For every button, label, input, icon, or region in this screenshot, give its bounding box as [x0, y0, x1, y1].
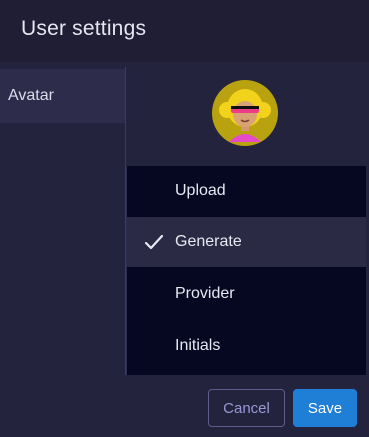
menu-item-upload[interactable]: Upload	[127, 166, 366, 216]
avatar-preview-area	[126, 62, 365, 166]
save-button[interactable]: Save	[293, 389, 357, 427]
menu-item-label: Provider	[175, 285, 235, 302]
menu-item-label: Initials	[175, 337, 221, 354]
dialog-title: User settings	[21, 17, 147, 40]
avatar-icon	[212, 80, 278, 146]
avatar-source-menu: Upload Generate Provider Initials	[126, 166, 366, 375]
menu-item-provider[interactable]: Provider	[127, 269, 366, 319]
menu-item-label: Upload	[175, 182, 226, 199]
check-icon	[144, 234, 164, 250]
sidebar-item-avatar[interactable]: Avatar	[0, 69, 125, 123]
dialog-header: User settings	[0, 0, 369, 62]
dialog-footer: Cancel Save	[0, 375, 369, 437]
avatar-panel: Upload Generate Provider Initials	[126, 62, 366, 375]
menu-item-label: Generate	[175, 233, 242, 250]
menu-item-generate[interactable]: Generate	[127, 217, 366, 267]
user-settings-dialog: User settings Avatar Upload Generate Pro…	[0, 0, 369, 437]
sidebar: Avatar	[0, 62, 125, 375]
cancel-button[interactable]: Cancel	[208, 389, 285, 427]
sidebar-item-label: Avatar	[8, 87, 54, 104]
menu-item-initials[interactable]: Initials	[127, 321, 366, 371]
